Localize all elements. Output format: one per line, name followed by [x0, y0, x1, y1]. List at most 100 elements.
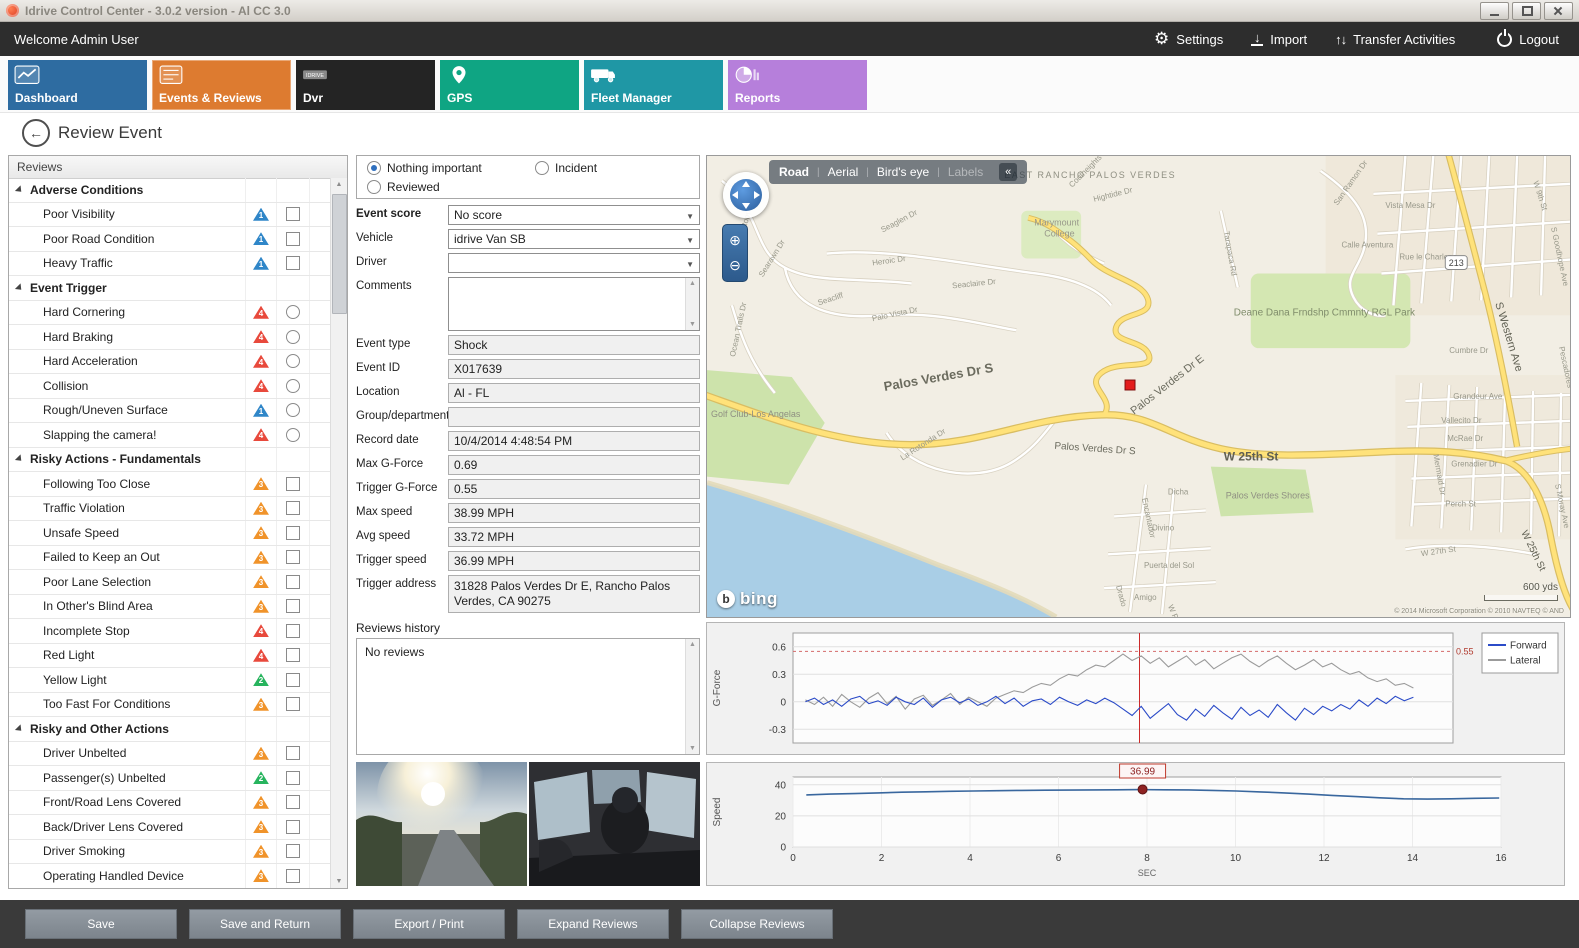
tree-item-row[interactable]: Incomplete Stop4 — [9, 619, 330, 644]
scroll-up-icon[interactable]: ▲ — [331, 181, 347, 188]
trigger-speed-marker[interactable] — [1138, 785, 1147, 794]
classification-option-nothing-important[interactable]: Nothing important — [367, 161, 535, 175]
tree-item-row[interactable]: Passenger(s) Unbelted2 — [9, 766, 330, 791]
close-button[interactable] — [1544, 2, 1573, 20]
rough-uneven-surface-radio[interactable] — [286, 403, 300, 417]
hard-acceleration-radio[interactable] — [286, 354, 300, 368]
bing-map-canvas[interactable]: EAST RANCHO PALOS VERDESMarymountCollege… — [707, 156, 1570, 617]
tree-item-row[interactable]: Poor Road Condition1 — [9, 227, 330, 252]
pan-west-icon[interactable] — [732, 191, 738, 199]
expand-reviews-button[interactable]: Expand Reviews — [517, 909, 669, 939]
tree-item-row[interactable]: Front/Road Lens Covered3 — [9, 791, 330, 816]
driver-smoking-checkbox[interactable] — [286, 844, 300, 858]
poor-visibility-checkbox[interactable] — [286, 207, 300, 221]
tree-item-row[interactable]: Failed to Keep an Out3 — [9, 546, 330, 571]
scrollbar-thumb[interactable] — [332, 194, 347, 314]
scroll-down-icon[interactable]: ▼ — [689, 745, 696, 752]
topbar-action-logout[interactable]: Logout — [1497, 32, 1559, 47]
event-location-marker[interactable] — [1125, 380, 1135, 390]
field-scrollbar[interactable]: ▲▼ — [685, 639, 699, 754]
pan-east-icon[interactable] — [754, 191, 760, 199]
hard-cornering-radio[interactable] — [286, 305, 300, 319]
tree-item-row[interactable]: Yellow Light2 — [9, 668, 330, 693]
scroll-up-icon[interactable]: ▲ — [689, 641, 696, 648]
maximize-button[interactable] — [1512, 2, 1541, 20]
nothing-important-radio[interactable] — [367, 161, 381, 175]
poor-road-condition-checkbox[interactable] — [286, 232, 300, 246]
tree-item-row[interactable]: Back/Driver Lens Covered3 — [9, 815, 330, 840]
reviewed-radio[interactable] — [367, 180, 381, 194]
scroll-down-icon[interactable]: ▼ — [331, 878, 347, 885]
slapping-the-camera-radio[interactable] — [286, 428, 300, 442]
tree-item-row[interactable]: Poor Visibility1 — [9, 203, 330, 228]
tree-item-row[interactable]: Rough/Uneven Surface1 — [9, 399, 330, 424]
minimize-button[interactable] — [1480, 2, 1509, 20]
collapse-reviews-button[interactable]: Collapse Reviews — [681, 909, 833, 939]
tab-events[interactable]: Events & Reviews — [152, 60, 291, 110]
tree-item-row[interactable]: Red Light4 — [9, 644, 330, 669]
tab-dashboard[interactable]: Dashboard — [8, 60, 147, 110]
front-road-camera-video[interactable] — [356, 762, 527, 886]
tree-item-row[interactable]: Unsafe Speed3 — [9, 521, 330, 546]
following-too-close-checkbox[interactable] — [286, 477, 300, 491]
topbar-action-transfer[interactable]: ↑↓Transfer Activities — [1335, 32, 1455, 47]
tree-item-row[interactable]: In Other's Blind Area3 — [9, 595, 330, 620]
incident-radio[interactable] — [535, 161, 549, 175]
driver-unbelted-checkbox[interactable] — [286, 746, 300, 760]
tree-group-row[interactable]: Risky and Other Actions — [9, 717, 330, 742]
operating-handled-device-checkbox[interactable] — [286, 869, 300, 883]
reviews-tree-scrollbar[interactable]: ▲ ▼ — [330, 178, 347, 888]
too-fast-for-conditions-checkbox[interactable] — [286, 697, 300, 711]
tree-item-row[interactable]: Hard Cornering4 — [9, 301, 330, 326]
tree-item-row[interactable]: Following Too Close3 — [9, 472, 330, 497]
tree-item-row[interactable]: Heavy Traffic1 — [9, 252, 330, 277]
reviews-history-box[interactable]: No reviews ▲▼ — [356, 638, 700, 755]
map-view-bird-s-eye[interactable]: Bird's eye — [877, 165, 929, 179]
passenger-s-unbelted-checkbox[interactable] — [286, 771, 300, 785]
zoom-in-icon[interactable]: ⊕ — [729, 232, 741, 249]
tree-group-row[interactable]: Event Trigger — [9, 276, 330, 301]
map-view-aerial[interactable]: Aerial — [828, 165, 859, 179]
tree-item-row[interactable]: Too Fast For Conditions3 — [9, 693, 330, 718]
classification-option-reviewed[interactable]: Reviewed — [367, 180, 535, 194]
tab-gps[interactable]: GPS — [440, 60, 579, 110]
back-button[interactable]: ← — [22, 119, 50, 147]
pan-north-icon[interactable] — [742, 181, 750, 187]
tree-item-row[interactable]: Operating Handled Device3 — [9, 864, 330, 888]
collision-radio[interactable] — [286, 379, 300, 393]
heavy-traffic-checkbox[interactable] — [286, 256, 300, 270]
tree-item-row[interactable]: Driver Unbelted3 — [9, 742, 330, 767]
vehicle-select[interactable]: idrive Van SB▼ — [448, 229, 700, 249]
back-driver-lens-covered-checkbox[interactable] — [286, 820, 300, 834]
tree-item-row[interactable]: Traffic Violation3 — [9, 497, 330, 522]
hard-braking-radio[interactable] — [286, 330, 300, 344]
map-collapse-button[interactable]: « — [999, 163, 1017, 181]
event-score-select[interactable]: No score▼ — [448, 205, 700, 225]
red-light-checkbox[interactable] — [286, 648, 300, 662]
zoom-out-icon[interactable]: ⊖ — [729, 257, 741, 274]
save-and-return-button[interactable]: Save and Return — [189, 909, 341, 939]
tab-fleet[interactable]: Fleet Manager — [584, 60, 723, 110]
poor-lane-selection-checkbox[interactable] — [286, 575, 300, 589]
save-button[interactable]: Save — [25, 909, 177, 939]
tree-item-row[interactable]: Hard Braking4 — [9, 325, 330, 350]
tree-group-row[interactable]: Risky Actions - Fundamentals — [9, 448, 330, 473]
map-zoom-control[interactable]: ⊕ ⊖ — [722, 224, 748, 282]
map-view-road[interactable]: Road — [779, 165, 809, 179]
map-compass-control[interactable] — [723, 172, 769, 218]
tree-expander-icon[interactable] — [15, 724, 24, 733]
scroll-up-icon[interactable]: ▲ — [689, 280, 696, 287]
front-road-lens-covered-checkbox[interactable] — [286, 795, 300, 809]
tree-item-row[interactable]: Driver Smoking3 — [9, 840, 330, 865]
tab-reports[interactable]: Reports — [728, 60, 867, 110]
tab-dvr[interactable]: IDRIVEDvr — [296, 60, 435, 110]
in-other-s-blind-area-checkbox[interactable] — [286, 599, 300, 613]
tree-item-row[interactable]: Poor Lane Selection3 — [9, 570, 330, 595]
field-scrollbar[interactable]: ▲▼ — [685, 278, 699, 330]
tree-item-row[interactable]: Collision4 — [9, 374, 330, 399]
incomplete-stop-checkbox[interactable] — [286, 624, 300, 638]
classification-option-incident[interactable]: Incident — [535, 161, 689, 175]
tree-expander-icon[interactable] — [15, 185, 24, 194]
tree-group-row[interactable]: Adverse Conditions — [9, 178, 330, 203]
tree-item-row[interactable]: Slapping the camera!4 — [9, 423, 330, 448]
